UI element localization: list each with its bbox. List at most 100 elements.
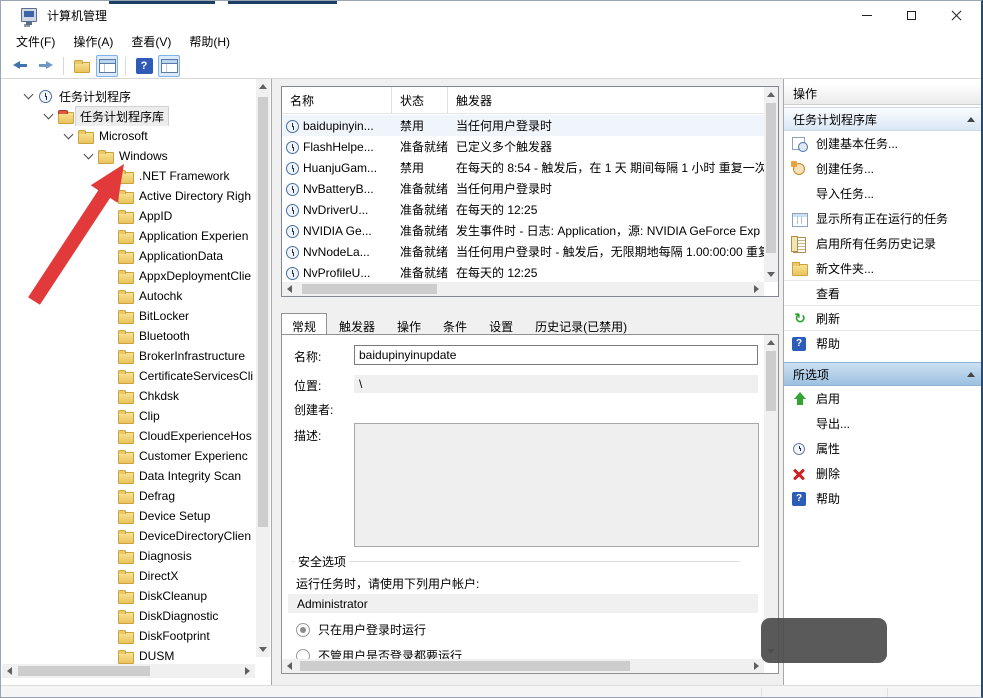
tree-item[interactable]: 任务计划程序库 (1, 106, 256, 126)
action-item[interactable]: 启用所有任务历史记录 (784, 231, 983, 256)
radio-selected-icon[interactable] (296, 623, 310, 637)
task-row[interactable]: NvProfileU... 准备就绪 在每天的 12:25 (282, 262, 764, 282)
tree-item[interactable]: 任务计划程序 (1, 86, 256, 106)
show-action-pane-button[interactable] (158, 55, 180, 77)
menu-item[interactable]: 帮助(H) (180, 30, 239, 53)
details-tab[interactable]: 触发器 (329, 315, 385, 334)
maximize-button[interactable] (889, 1, 934, 29)
tree-item[interactable]: ApplicationData (1, 246, 256, 266)
menu-item[interactable]: 操作(A) (64, 30, 122, 53)
task-row[interactable]: HuanjuGam... 禁用 在每天的 8:54 - 触发后，在 1 天 期间… (282, 157, 764, 178)
column-header-status[interactable]: 状态 (392, 87, 448, 113)
task-row[interactable]: NvDriverU... 准备就绪 在每天的 12:25 (282, 199, 764, 220)
tree-item[interactable]: BitLocker (1, 306, 256, 326)
tree-item[interactable]: DeviceDirectoryClien (1, 526, 256, 546)
action-item[interactable]: 创建基本任务... (784, 131, 983, 156)
minimize-button[interactable] (844, 1, 889, 29)
scrollbar-thumb[interactable] (766, 103, 776, 253)
scrollbar-thumb[interactable] (766, 351, 776, 411)
tree-item[interactable]: Active Directory Righ (1, 186, 256, 206)
action-item[interactable]: 属性 (784, 436, 983, 461)
details-vertical-scrollbar[interactable] (764, 335, 778, 659)
radio-run-when-logged-on[interactable]: 只在用户登录时运行 (296, 621, 426, 638)
close-button[interactable] (934, 1, 979, 29)
tree-item[interactable]: AppID (1, 206, 256, 226)
action-item[interactable]: 显示所有正在运行的任务 (784, 206, 983, 231)
collapse-icon[interactable] (967, 372, 975, 377)
expand-chevron-icon[interactable] (81, 148, 97, 164)
details-horizontal-scrollbar[interactable] (282, 659, 764, 673)
action-item[interactable]: 创建任务... (784, 156, 983, 181)
scroll-right-icon[interactable] (754, 285, 759, 293)
tree-item[interactable]: Customer Experienc (1, 446, 256, 466)
details-tab[interactable]: 历史记录(已禁用) (525, 315, 637, 334)
scrollbar-thumb[interactable] (18, 666, 150, 676)
tree-item[interactable]: DiskFootprint (1, 626, 256, 646)
details-tab[interactable]: 条件 (433, 315, 477, 334)
tree-item[interactable]: Clip (1, 406, 256, 426)
scroll-up-icon[interactable] (767, 92, 775, 97)
tree-item[interactable]: Chkdsk (1, 386, 256, 406)
task-row[interactable]: NVIDIA Ge... 准备就绪 发生事件时 - 日志: Applicatio… (282, 220, 764, 241)
action-item[interactable]: 导入任务... (784, 181, 983, 206)
scroll-left-icon[interactable] (7, 667, 12, 675)
tree-item[interactable]: Diagnosis (1, 546, 256, 566)
scroll-up-icon[interactable] (259, 84, 267, 89)
action-item[interactable]: 刷新 (784, 306, 983, 331)
menu-item[interactable]: 文件(F) (7, 30, 64, 53)
scroll-left-icon[interactable] (287, 662, 292, 670)
tree-item[interactable]: BrokerInfrastructure (1, 346, 256, 366)
tree-item[interactable]: Windows (1, 146, 256, 166)
tree-item[interactable]: Defrag (1, 486, 256, 506)
action-item[interactable]: 新文件夹... (784, 256, 983, 281)
scroll-right-icon[interactable] (245, 667, 250, 675)
task-list-vertical-scrollbar[interactable] (764, 87, 778, 282)
tree-item[interactable]: Bluetooth (1, 326, 256, 346)
scroll-up-icon[interactable] (767, 340, 775, 345)
back-button[interactable] (9, 55, 31, 77)
task-list-horizontal-scrollbar[interactable] (282, 282, 764, 296)
task-row[interactable]: FlashHelpe... 准备就绪 已定义多个触发器 (282, 136, 764, 157)
scrollbar-thumb[interactable] (258, 97, 268, 527)
action-item[interactable]: 帮助 (784, 486, 983, 511)
task-name-input[interactable] (354, 345, 758, 365)
column-header-trigger[interactable]: 触发器 (448, 87, 778, 113)
task-row[interactable]: baidupinyin... 禁用 当任何用户登录时 (282, 115, 764, 136)
task-row[interactable]: NvBatteryB... 准备就绪 当任何用户登录时 (282, 178, 764, 199)
details-tab[interactable]: 常规 (281, 313, 327, 334)
tree-item[interactable]: Data Integrity Scan (1, 466, 256, 486)
tree-item[interactable]: Device Setup (1, 506, 256, 526)
action-item[interactable]: 帮助 (784, 331, 983, 356)
tree-item[interactable]: DirectX (1, 566, 256, 586)
forward-button[interactable] (34, 55, 56, 77)
action-item[interactable]: 删除 (784, 461, 983, 486)
help-button[interactable]: ? (133, 55, 155, 77)
tree-item[interactable]: AppxDeploymentClie (1, 266, 256, 286)
tree-item[interactable]: DiskCleanup (1, 586, 256, 606)
export-list-button[interactable] (71, 55, 93, 77)
scrollbar-thumb[interactable] (302, 284, 437, 294)
selected-item-section-header[interactable]: 所选项 (784, 362, 983, 386)
tree-item[interactable]: .NET Framework (1, 166, 256, 186)
expand-chevron-icon[interactable] (61, 128, 77, 144)
tree-item[interactable]: Microsoft (1, 126, 256, 146)
tree-horizontal-scrollbar[interactable] (2, 664, 255, 678)
action-item[interactable]: 查看 (784, 281, 983, 306)
tree-item[interactable]: CertificateServicesCli (1, 366, 256, 386)
tree-item[interactable]: Application Experien (1, 226, 256, 246)
task-description-box[interactable] (354, 423, 759, 547)
details-tab[interactable]: 设置 (479, 315, 523, 334)
collapse-icon[interactable] (967, 117, 975, 122)
scroll-right-icon[interactable] (754, 662, 759, 670)
column-header-name[interactable]: 名称 (282, 87, 392, 113)
scroll-left-icon[interactable] (287, 285, 292, 293)
tree-vertical-scrollbar[interactable] (256, 79, 270, 657)
action-item[interactable]: 导出... (784, 411, 983, 436)
expand-chevron-icon[interactable] (41, 108, 57, 124)
tree-item[interactable]: CloudExperienceHos (1, 426, 256, 446)
tree-item[interactable]: DUSM (1, 646, 256, 666)
expand-chevron-icon[interactable] (21, 88, 37, 104)
details-tab[interactable]: 操作 (387, 315, 431, 334)
scroll-down-icon[interactable] (259, 647, 267, 652)
library-section-header[interactable]: 任务计划程序库 (784, 107, 983, 131)
